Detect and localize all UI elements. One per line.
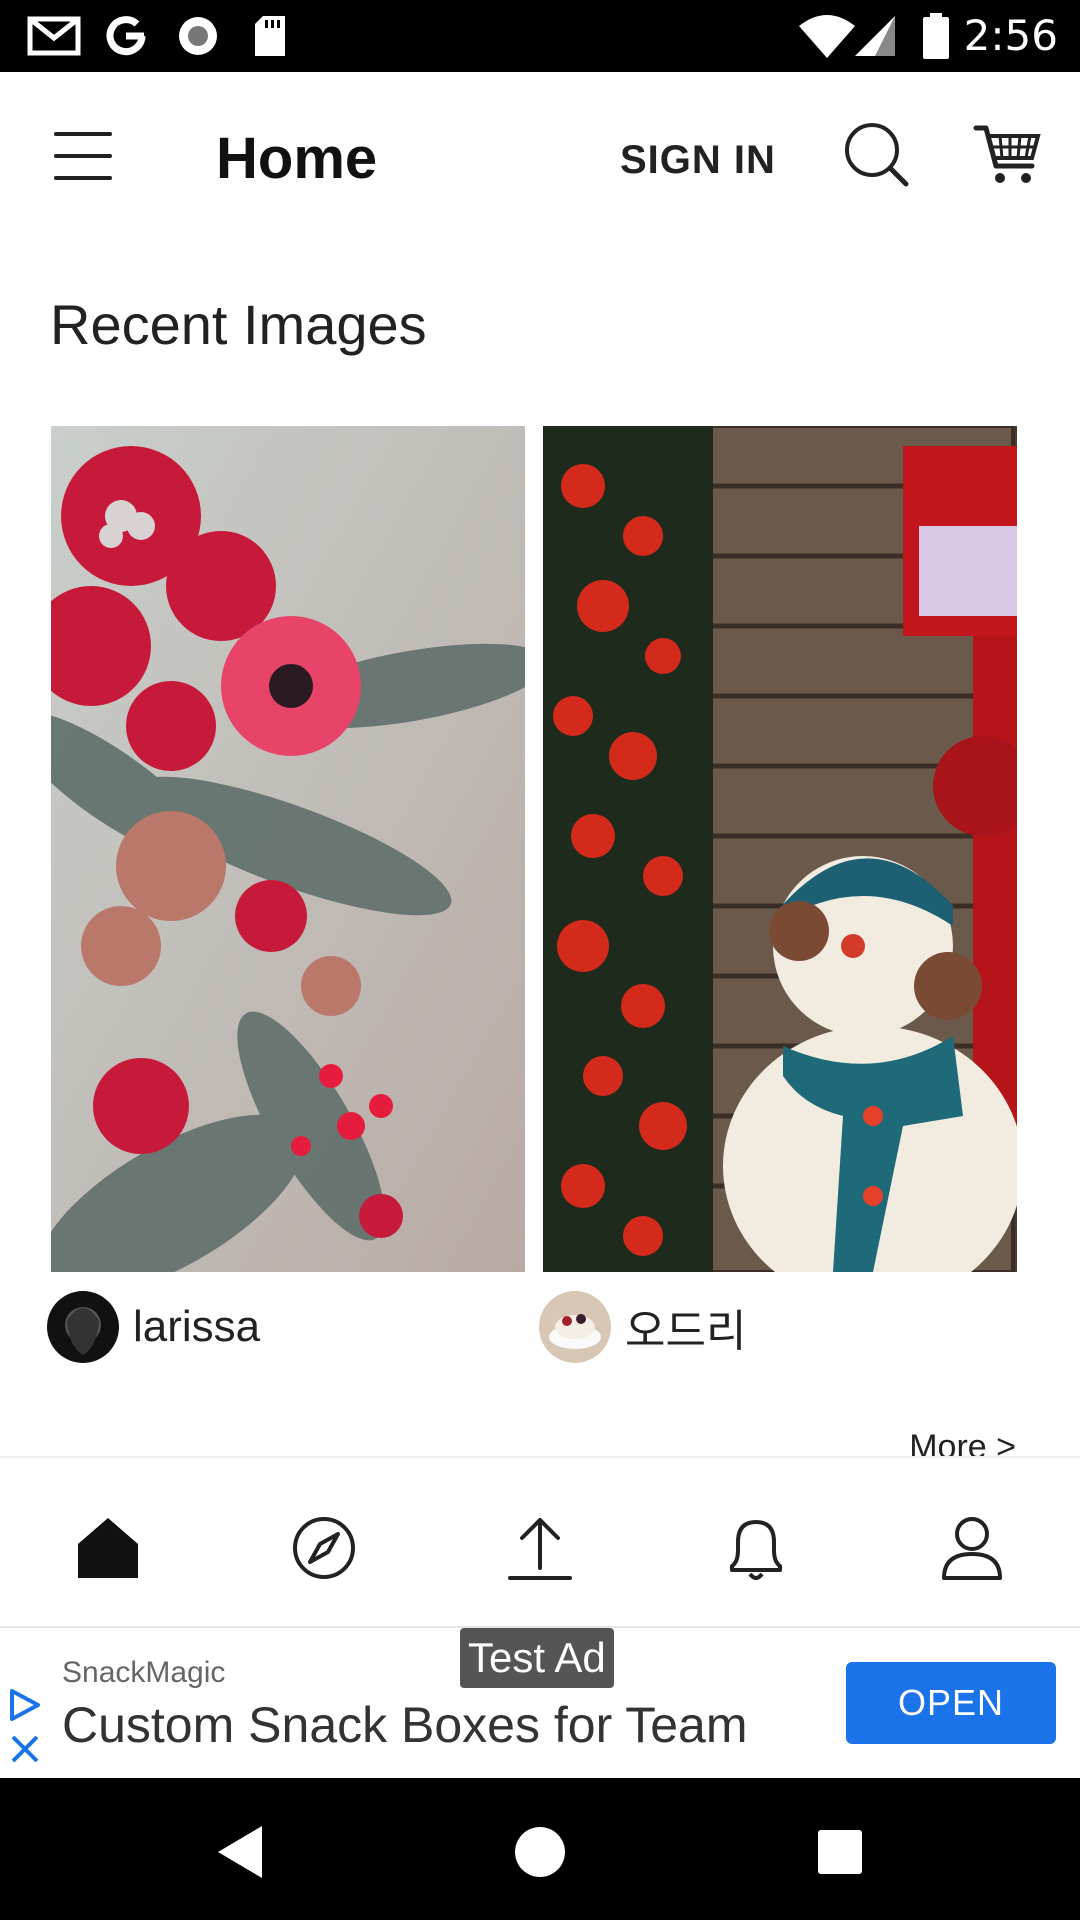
back-button[interactable] (212, 1822, 272, 1882)
record-icon (174, 14, 222, 58)
more-link[interactable]: More > (909, 1424, 1016, 1460)
home-button[interactable] (510, 1822, 570, 1882)
ad-banner[interactable]: Test Ad SnackMagic Custom Snack Boxes fo… (0, 1626, 1080, 1780)
nav-explore[interactable] (286, 1510, 362, 1586)
home-icon (78, 1518, 138, 1578)
card-author[interactable]: larissa (47, 1290, 260, 1364)
username: larissa (133, 1302, 261, 1351)
explore-icon (293, 1517, 355, 1579)
google-icon (102, 14, 150, 58)
nav-home[interactable] (70, 1510, 146, 1586)
page-title: Home (216, 126, 378, 191)
nav-notifications[interactable] (718, 1510, 794, 1586)
nav-profile[interactable] (934, 1510, 1010, 1586)
sign-in-button[interactable]: SIGN IN (620, 134, 776, 186)
recents-icon (818, 1830, 862, 1874)
recents-button[interactable] (810, 1822, 870, 1882)
clock: 2:56 (963, 11, 1058, 60)
bottom-navigation (0, 1456, 1080, 1628)
card-author[interactable]: 오드리 (539, 1290, 746, 1364)
wifi-icon (796, 14, 858, 58)
ad-close-icon[interactable] (8, 1732, 42, 1766)
signal-icon (852, 14, 898, 58)
recent-image-2[interactable] (543, 426, 1017, 1272)
username: 오드리 (625, 1307, 747, 1356)
back-icon (218, 1826, 262, 1878)
nav-upload[interactable] (502, 1510, 578, 1586)
status-bar: 2:56 (0, 0, 1080, 72)
image-card: 오드리 (539, 426, 1017, 1363)
app-bar: Home SIGN IN (0, 72, 1080, 240)
menu-icon (54, 132, 112, 136)
ad-open-button[interactable]: OPEN (846, 1662, 1056, 1744)
profile-icon (942, 1517, 1002, 1580)
image-card: larissa (47, 426, 525, 1363)
system-navigation-bar (0, 1778, 1080, 1920)
gmail-icon (26, 14, 82, 58)
ad-brand: SnackMagic (62, 1656, 226, 1689)
section-title: Recent Images (50, 293, 427, 356)
upload-icon (508, 1518, 572, 1580)
test-ad-badge: Test Ad (460, 1628, 614, 1688)
ad-headline: Custom Snack Boxes for Team (62, 1697, 748, 1753)
avatar (539, 1291, 611, 1363)
home-circle-icon (515, 1827, 565, 1877)
cart-icon (973, 125, 1041, 183)
search-icon (845, 123, 909, 187)
notifications-icon (730, 1520, 782, 1580)
battery-icon (920, 13, 952, 59)
ad-choices-icon[interactable] (8, 1688, 42, 1722)
recent-image-1[interactable] (51, 426, 525, 1272)
cart-button[interactable] (972, 118, 1044, 190)
menu-button[interactable] (50, 130, 120, 184)
sd-card-icon (250, 14, 290, 58)
avatar (47, 1291, 119, 1363)
search-button[interactable] (842, 120, 912, 190)
